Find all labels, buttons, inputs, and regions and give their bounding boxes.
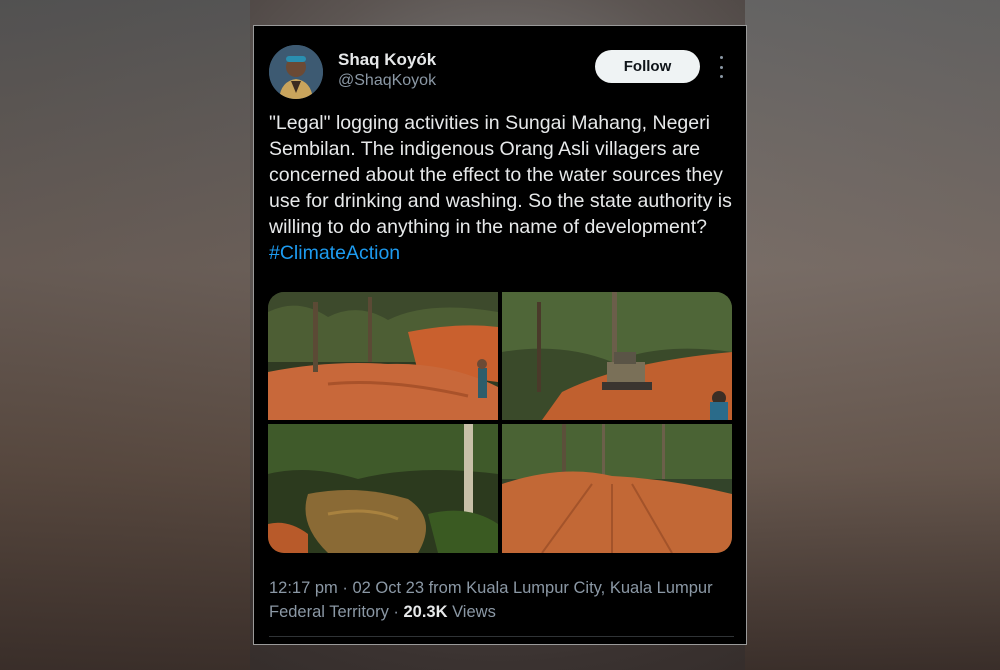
media-grid — [268, 292, 732, 553]
follow-button[interactable]: Follow — [595, 50, 700, 83]
hashtag-link[interactable]: #ClimateAction — [269, 242, 400, 264]
display-name[interactable]: Shaq Koyók — [338, 50, 436, 70]
more-options-icon[interactable] — [711, 56, 731, 78]
avatar-image — [269, 45, 323, 99]
tweet-text: "Legal" logging activities in Sungai Mah… — [269, 110, 739, 266]
photo-cleared-road[interactable] — [502, 424, 732, 553]
divider — [269, 636, 734, 637]
photo-logging-road[interactable] — [268, 292, 498, 420]
avatar[interactable] — [269, 45, 323, 99]
user-handle[interactable]: @ShaqKoyok — [338, 72, 436, 90]
background-blur-left — [0, 0, 250, 670]
photo-bulldozer[interactable] — [502, 292, 732, 420]
photo-muddy-stream[interactable] — [268, 424, 498, 553]
views-label: Views — [447, 603, 496, 621]
tweet-body: "Legal" logging activities in Sungai Mah… — [269, 112, 732, 238]
views-count: 20.3K — [403, 603, 448, 621]
tweet-card: Shaq Koyók @ShaqKoyok Follow "Legal" log… — [253, 25, 747, 645]
background-blur-right — [745, 0, 1000, 670]
tweet-meta: 12:17 pm · 02 Oct 23 from Kuala Lumpur C… — [269, 576, 739, 624]
